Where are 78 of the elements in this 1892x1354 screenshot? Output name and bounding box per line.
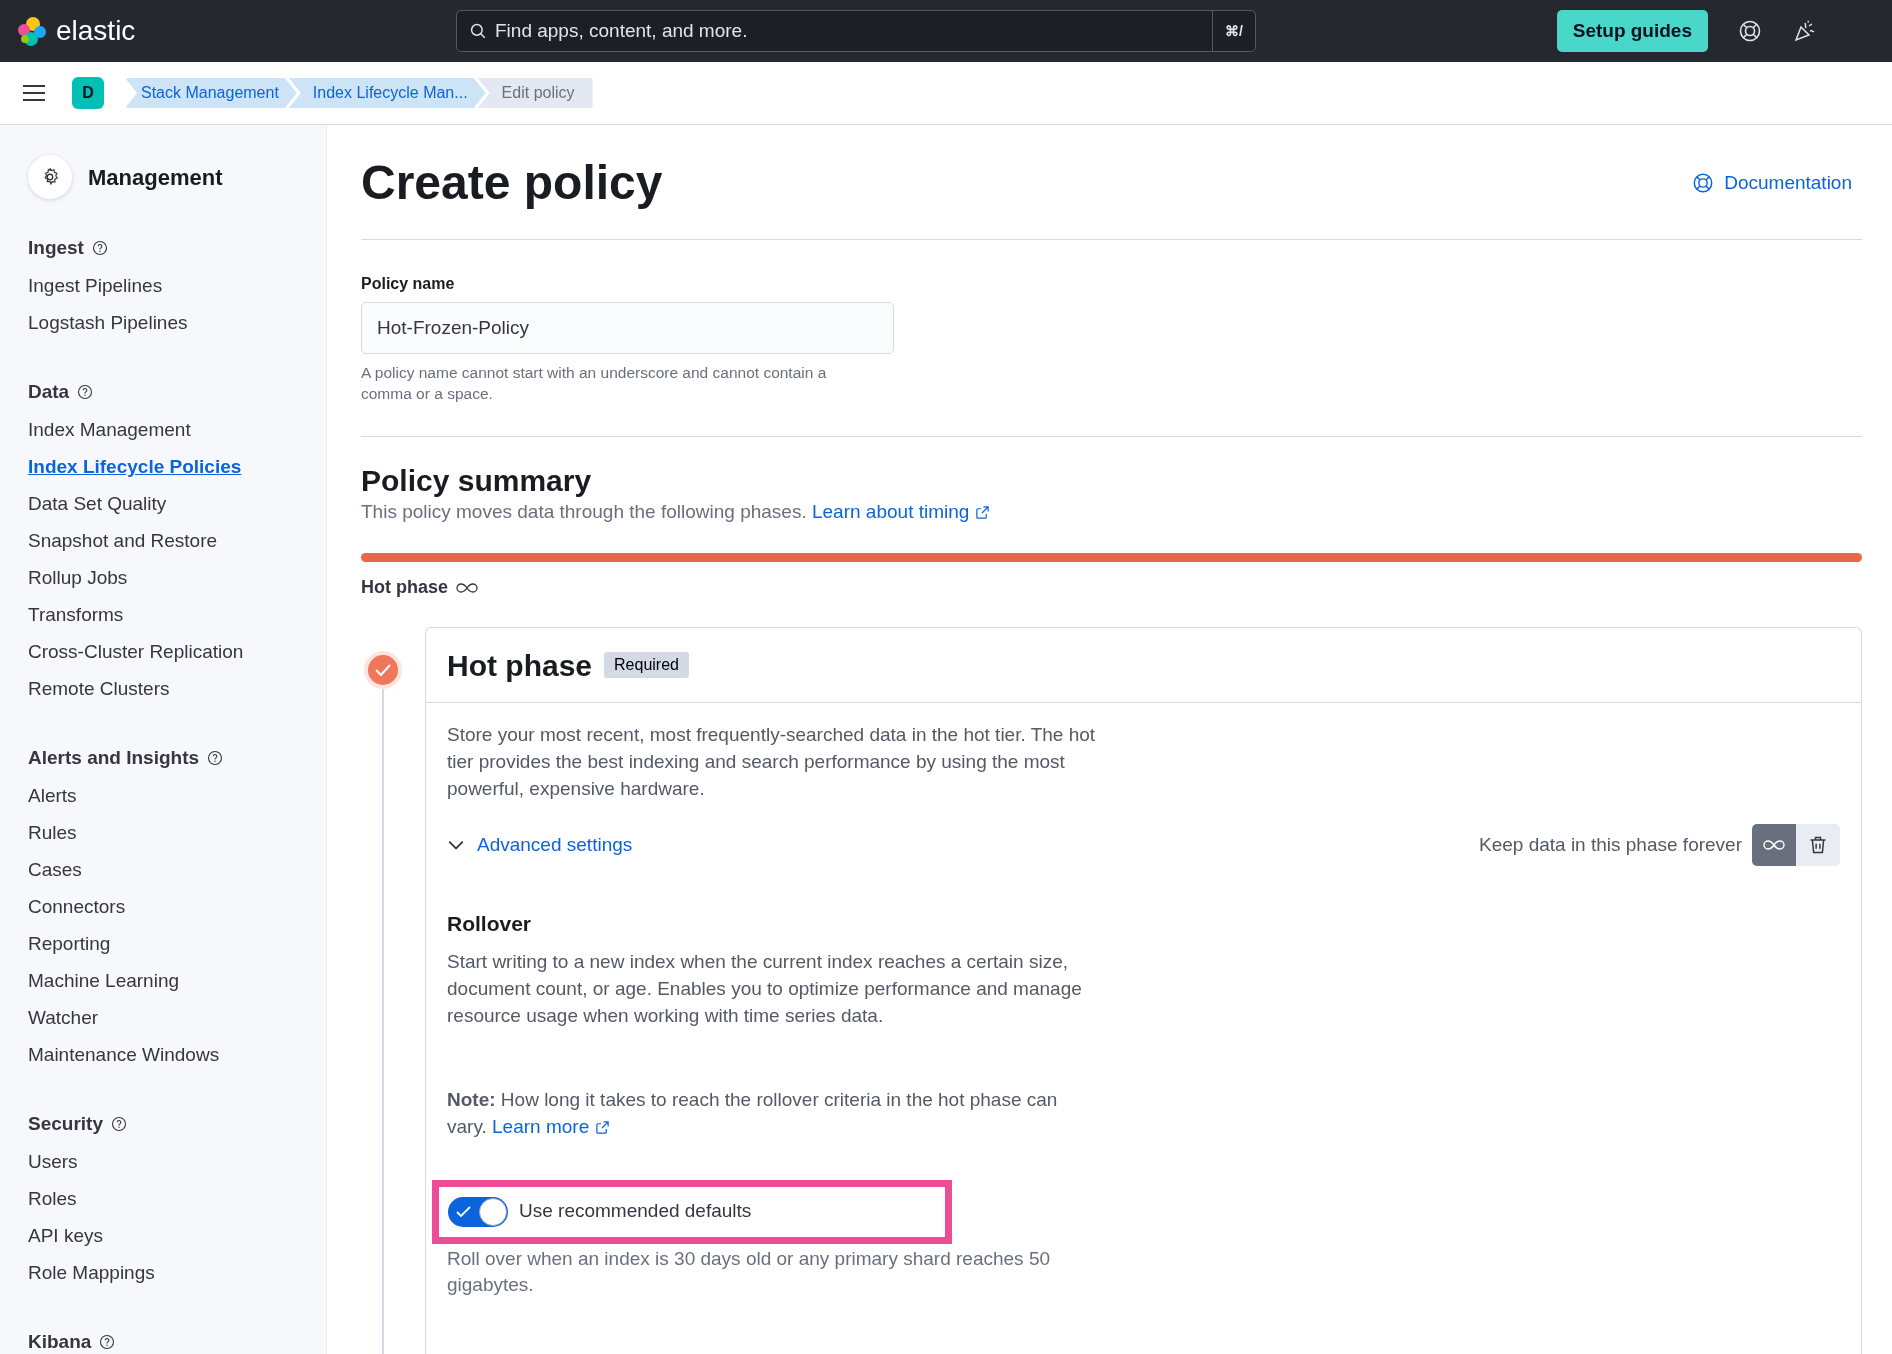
- check-icon: [456, 1205, 472, 1218]
- sidebar-heading: Data: [28, 379, 70, 404]
- field-help-text: A policy name cannot start with an underscore and cannot contain a comma or a space.: [361, 363, 828, 404]
- sidebar-item[interactable]: Connectors: [28, 888, 126, 925]
- logo-icon[interactable]: [16, 15, 48, 47]
- rollover-note: Note: How long it takes to reach the rollover criteria in the hot phase can vary. Learn more: [447, 1087, 1059, 1139]
- sidebar-item[interactable]: API keys: [28, 1217, 103, 1254]
- sidebar-item[interactable]: Roles: [28, 1180, 77, 1217]
- advanced-settings-toggle[interactable]: Advanced settings: [447, 830, 633, 860]
- keep-forever-button[interactable]: [1752, 824, 1796, 866]
- phase-title: Hot phase: [447, 647, 593, 684]
- sidebar-item[interactable]: Cross-Cluster Replication: [28, 633, 244, 670]
- search-bar[interactable]: Find apps, content, and more. ⌘/: [456, 10, 1256, 52]
- sidebar-item[interactable]: Index Lifecycle Policies: [28, 448, 242, 485]
- sidebar-item[interactable]: Maintenance Windows: [28, 1036, 220, 1073]
- sidebar-item[interactable]: Cases: [28, 851, 82, 888]
- sidebar-item[interactable]: Logstash Pipelines: [28, 304, 188, 341]
- sidebar-item[interactable]: Machine Learning: [28, 962, 180, 999]
- help-icon[interactable]: [99, 1334, 116, 1350]
- switch-label: Use recommended defaults: [519, 1199, 752, 1224]
- field-label: Policy name: [361, 274, 456, 294]
- search-field[interactable]: Find apps, content, and more.: [495, 16, 1213, 46]
- sidebar-item[interactable]: Data Set Quality: [28, 485, 167, 522]
- sidebar-item[interactable]: Users: [28, 1143, 78, 1180]
- help-icon[interactable]: [91, 240, 108, 256]
- sidebar-heading: Ingest: [28, 235, 84, 260]
- sidebar-item[interactable]: Rollup Jobs: [28, 559, 128, 596]
- sidebar-item[interactable]: Remote Clusters: [28, 670, 170, 707]
- learn-about-timing-link[interactable]: Learn about timing: [812, 501, 991, 522]
- required-badge: Required: [604, 652, 689, 678]
- infinity-icon: [456, 581, 478, 594]
- help-icon[interactable]: [77, 384, 94, 400]
- sidebar-item[interactable]: Watcher: [28, 999, 99, 1036]
- phase-bar-label: Hot phase: [361, 576, 448, 599]
- party-popper-icon[interactable]: [1792, 19, 1816, 43]
- help-icon[interactable]: [207, 750, 224, 766]
- lifebuoy-icon: [1692, 172, 1715, 194]
- documentation-link[interactable]: Documentation: [1692, 168, 1852, 198]
- menu-icon[interactable]: [22, 83, 46, 103]
- sidebar-heading: Alerts and Insights: [28, 745, 200, 770]
- rollover-title: Rollover: [447, 911, 533, 937]
- recommended-defaults-switch[interactable]: [448, 1196, 508, 1227]
- sidebar-item[interactable]: Snapshot and Restore: [28, 522, 218, 559]
- sidebar-item[interactable]: Index Management: [28, 411, 191, 448]
- breadcrumb[interactable]: Edit policy: [477, 78, 593, 108]
- sidebar-item[interactable]: Ingest Pipelines: [28, 267, 163, 304]
- shortcut-hint: ⌘/: [1212, 11, 1255, 51]
- delete-button[interactable]: [1796, 824, 1840, 866]
- infinity-icon: [1763, 839, 1785, 851]
- sidebar-item[interactable]: Role Mappings: [28, 1254, 155, 1291]
- search-icon: [469, 22, 487, 40]
- sidebar-item[interactable]: Alerts: [28, 777, 77, 814]
- sidebar-item[interactable]: Transforms: [28, 596, 124, 633]
- keep-forever-label: Keep data in this phase forever: [1479, 832, 1742, 857]
- sidebar-item[interactable]: Reporting: [28, 925, 111, 962]
- learn-more-link[interactable]: Learn more: [492, 1115, 611, 1137]
- external-link-icon: [975, 505, 991, 520]
- brand-name: elastic: [56, 17, 136, 45]
- switch-help-text: Roll over when an index is 30 days old or any primary shard reaches 50 gigabytes.: [447, 1246, 1052, 1297]
- trash-icon: [1808, 835, 1828, 855]
- sidebar-heading: Security: [28, 1111, 103, 1136]
- sidebar-heading: Kibana: [28, 1329, 92, 1354]
- external-link-icon: [595, 1119, 611, 1135]
- breadcrumb[interactable]: Stack Management: [125, 78, 297, 108]
- section-title: Policy summary: [361, 463, 593, 499]
- setup-guides-button[interactable]: Setup guides: [1556, 10, 1708, 52]
- phase-description: Store your most recent, most frequently-searched data in the hot tier. The hot tier provides the best indexing and search performance by using the most powerful, expensive hardware.: [447, 723, 1097, 801]
- rollover-description: Start writing to a new index when the current index reaches a certain size, document count, or age. Enables you to optimize performance and manage resource usage when working with time series data.: [447, 949, 1083, 1028]
- gear-icon: [28, 155, 72, 199]
- sidebar-item[interactable]: Rules: [28, 814, 77, 851]
- page-title: Create policy: [361, 155, 663, 211]
- breadcrumb[interactable]: Index Lifecycle Man...: [288, 78, 486, 108]
- help-icon[interactable]: [111, 1116, 127, 1132]
- space-avatar[interactable]: D: [72, 77, 104, 109]
- summary-text: This policy moves data through the following phases. Learn about timing: [361, 499, 1862, 525]
- policy-name-field[interactable]: Hot-Frozen-Policy: [361, 302, 894, 354]
- help-lifebuoy-icon[interactable]: [1738, 19, 1762, 43]
- sidebar-title: Management: [88, 163, 223, 192]
